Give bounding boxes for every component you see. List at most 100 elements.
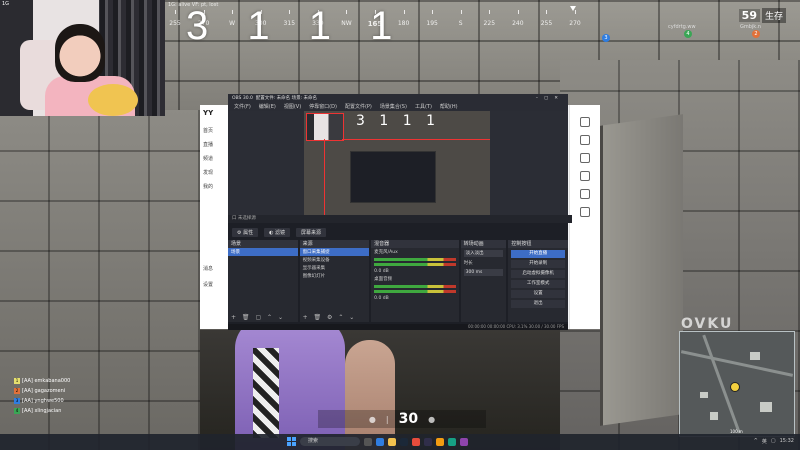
yy-sidebar: YY 首页 直播 频道 发现 我的 消息 设置: [200, 105, 231, 329]
menu-tools[interactable]: 工具(T): [415, 103, 432, 110]
minimap-banner: OVKU: [681, 316, 734, 332]
system-tray: ^ 英 ▢ 15:32: [754, 438, 794, 445]
menu-help[interactable]: 帮助(H): [440, 103, 458, 110]
maximize-icon[interactable]: ▢: [544, 96, 554, 101]
obs-preview-canvas[interactable]: 3 1 1 1: [304, 111, 490, 215]
clock[interactable]: 15:32: [780, 438, 794, 445]
scenes-footer-controls[interactable]: + 🗑 ▢ ⌃ ⌄: [228, 314, 298, 322]
preview-webcam-source[interactable]: [306, 113, 344, 141]
share-icon[interactable]: [580, 207, 590, 217]
windows-start-icon[interactable]: [287, 437, 296, 446]
virtual-camera-button[interactable]: 启动虚拟摄像机: [511, 270, 565, 278]
yy-nav-discover[interactable]: 发现: [203, 169, 213, 176]
minimize-icon[interactable]: –: [536, 96, 544, 101]
file-explorer-icon[interactable]: [388, 437, 396, 446]
app-icon[interactable]: [460, 437, 468, 446]
filters-button[interactable]: ◐ 滤镜: [264, 227, 291, 237]
menu-edit[interactable]: 编辑(E): [259, 103, 276, 110]
edge-icon[interactable]: [376, 437, 384, 446]
member-index: 2: [14, 388, 20, 394]
yy-nav-mine[interactable]: 我的: [203, 183, 213, 190]
source-item[interactable]: 窗口采集捕捉: [299, 248, 370, 256]
task-view-icon[interactable]: [364, 437, 372, 446]
sources-footer-controls[interactable]: + 🗑 ⚙ ⌃ ⌄: [300, 314, 370, 322]
wechat-icon[interactable]: [448, 437, 456, 446]
audio-meter: [374, 285, 456, 288]
settings-button[interactable]: 设置: [511, 290, 565, 298]
compass-tick: [175, 10, 176, 14]
yy-nav-home[interactable]: 首页: [203, 127, 213, 134]
team-pin-badge: 2: [752, 30, 760, 38]
duration-label: 时长: [463, 261, 473, 266]
minimap-building: [750, 352, 760, 360]
close-icon[interactable]: ✕: [554, 96, 564, 101]
compass-label: 195: [426, 20, 438, 27]
member-name: [AA] ynghwe500: [22, 398, 64, 404]
user-icon[interactable]: [580, 171, 590, 181]
obs-title: OBS 30.0: [232, 96, 253, 101]
sources-dock: 来源 窗口采集捕捉 视频采集设备 显示器采集 图像幻灯片 + 🗑 ⚙ ⌃ ⌄: [299, 240, 370, 322]
scene-item[interactable]: 场景: [228, 248, 298, 256]
heart-icon[interactable]: [580, 189, 590, 199]
taskbar-apps: 搜索: [287, 437, 468, 446]
yy-nav-settings[interactable]: 设置: [203, 281, 213, 288]
network-icon[interactable]: ▢: [771, 438, 776, 445]
streamer-face: [55, 24, 105, 82]
screen-source-button[interactable]: 屏幕来源: [296, 227, 327, 237]
compass-label: 255: [540, 20, 553, 27]
minimap[interactable]: 100 m: [679, 331, 795, 437]
yy-nav-live[interactable]: 直播: [203, 141, 213, 148]
compass-label: 240: [512, 20, 524, 27]
grid-icon[interactable]: [580, 117, 590, 127]
compass-tick: [517, 10, 519, 14]
source-item[interactable]: 显示器采集: [300, 264, 370, 272]
transition-type-select[interactable]: 淡入淡出: [463, 250, 504, 257]
source-item[interactable]: 视频采集设备: [300, 256, 370, 264]
start-recording-button[interactable]: 开始录制: [511, 260, 565, 268]
exit-button[interactable]: 退出: [511, 300, 565, 308]
yy-right-toolbar: [569, 105, 600, 329]
yy-nav-channel[interactable]: 频道: [203, 155, 213, 162]
mixer-channel-name: 麦克风/Aux: [374, 250, 398, 255]
duration-input[interactable]: 300 ms: [463, 269, 504, 276]
minimap-building: [710, 412, 718, 420]
gift-icon[interactable]: [580, 153, 590, 163]
input-method[interactable]: 英: [762, 438, 767, 445]
menu-profile[interactable]: 配置文件(P): [345, 103, 372, 110]
mixer-header: 混音器: [371, 240, 459, 248]
menu-file[interactable]: 文件(F): [234, 103, 251, 110]
steam-icon[interactable]: [400, 437, 408, 446]
character-strap: [253, 348, 279, 438]
yy-app-icon[interactable]: [412, 437, 420, 446]
start-streaming-button[interactable]: 开始直播: [511, 250, 565, 258]
chat-icon[interactable]: [580, 135, 590, 145]
obs-titlebar[interactable]: OBS 30.0 配置文件: 未命名 场景: 未命名 –▢✕: [228, 94, 568, 102]
game-app-icon[interactable]: [436, 437, 444, 446]
studio-mode-button[interactable]: 工作室模式: [511, 280, 565, 288]
yy-logo: YY: [203, 109, 214, 117]
tray-overflow-icon[interactable]: ^: [754, 438, 758, 445]
open-door: [600, 114, 683, 426]
menu-scene-collection[interactable]: 场景集合(S): [380, 103, 407, 110]
mixer-channel-db: 0.0 dB: [374, 296, 389, 301]
grenade-icon: ●: [428, 414, 436, 424]
stance-icon: ●: [368, 414, 376, 424]
yy-nav-messages[interactable]: 消息: [203, 265, 213, 272]
properties-button[interactable]: ⚙ 属性: [232, 227, 259, 237]
taskbar-search[interactable]: 搜索: [300, 437, 360, 446]
menu-view[interactable]: 视图(V): [284, 103, 301, 110]
compass-tick: [432, 10, 434, 14]
scenes-header: 场景: [228, 240, 298, 248]
alive-label: 生存: [761, 8, 786, 23]
preview-nested-obs: [350, 151, 436, 203]
team-pin-3: 3: [602, 34, 610, 42]
obs-preview-area[interactable]: 3 1 1 1: [228, 111, 568, 215]
ammo-hud: ● | 30 ●: [318, 410, 486, 428]
obs-title-detail: 配置文件: 未命名 场景: 未命名: [255, 96, 318, 101]
menu-docks[interactable]: 停靠窗口(D): [309, 103, 337, 110]
mixer-dock: 混音器 麦克风/Aux 0.0 dB 桌面音频 0.0 dB: [371, 240, 459, 322]
source-item[interactable]: 图像幻灯片: [300, 272, 370, 280]
team-pin-name: cyfdrtg.ww: [668, 24, 696, 30]
obs-window[interactable]: OBS 30.0 配置文件: 未命名 场景: 未命名 –▢✕ 文件(F) 编辑(…: [228, 94, 572, 330]
obs-app-icon[interactable]: [424, 437, 432, 446]
